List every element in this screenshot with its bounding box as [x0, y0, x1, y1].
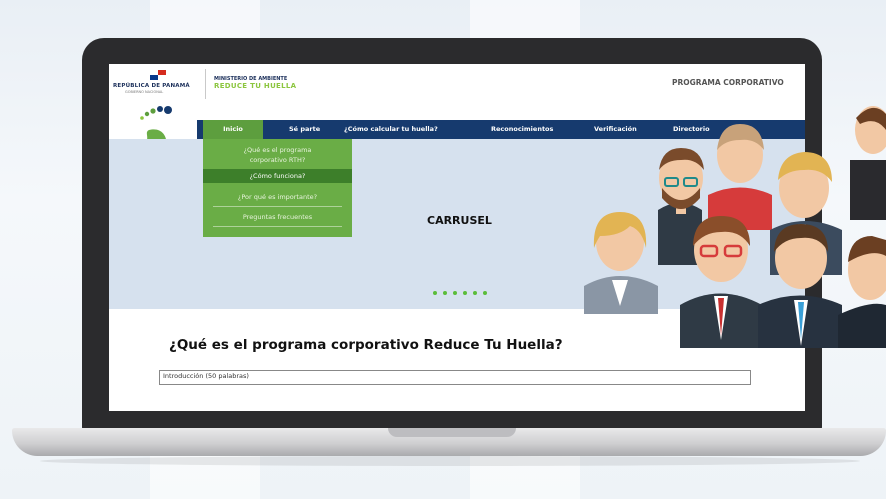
person-red-shirt [708, 124, 772, 230]
dropdown-divider [213, 226, 342, 227]
laptop-shadow [40, 456, 860, 466]
section-title: PROGRAMA CORPORATIVO [672, 78, 784, 87]
dropdown-item-por-que[interactable]: ¿Por qué es importante? [203, 193, 352, 201]
business-people-illustration [584, 106, 886, 348]
nav-item-reconocimientos[interactable]: Reconocimientos [491, 120, 553, 139]
dropdown-item-que-es-line2[interactable]: corporativo RTH? [203, 156, 352, 164]
carousel-dot[interactable] [463, 291, 467, 295]
program-brand[interactable]: REDUCE TU HUELLA [214, 82, 296, 90]
carousel-dot[interactable] [453, 291, 457, 295]
carousel-label: CARRUSEL [427, 214, 492, 227]
dropdown-divider [213, 206, 342, 207]
dropdown-item-preguntas[interactable]: Preguntas frecuentes [203, 213, 352, 221]
carousel-dot[interactable] [433, 291, 437, 295]
nav-item-se-parte[interactable]: Sé parte [289, 120, 320, 139]
panama-flag-icon [150, 70, 166, 80]
carousel-dot[interactable] [473, 291, 477, 295]
government-label: GOBIERNO NACIONAL [125, 90, 164, 94]
person-back-right [850, 106, 886, 220]
intro-text-box[interactable]: Introducción (50 palabras) [159, 370, 751, 385]
carousel-dots [433, 291, 487, 295]
header-divider [205, 69, 206, 99]
nav-item-como-calcular[interactable]: ¿Cómo calcular tu huella? [344, 120, 438, 139]
laptop-notch [388, 428, 516, 437]
nav-item-inicio[interactable]: Inicio [203, 120, 263, 139]
intro-placeholder: Introducción (50 palabras) [163, 372, 249, 380]
dropdown-item-como-funciona[interactable]: ¿Cómo funciona? [203, 172, 352, 180]
dropdown-item-que-es[interactable]: ¿Qué es el programa [203, 146, 352, 154]
page-heading: ¿Qué es el programa corporativo Reduce T… [169, 337, 563, 353]
person-far-right [838, 236, 886, 348]
carousel-dot[interactable] [483, 291, 487, 295]
country-name: REPÚBLICA DE PANAMÁ [113, 83, 190, 89]
person-blonde-woman [584, 212, 658, 314]
carousel-dot[interactable] [443, 291, 447, 295]
inicio-dropdown-menu: ¿Qué es el programa corporativo RTH? ¿Có… [203, 139, 352, 237]
